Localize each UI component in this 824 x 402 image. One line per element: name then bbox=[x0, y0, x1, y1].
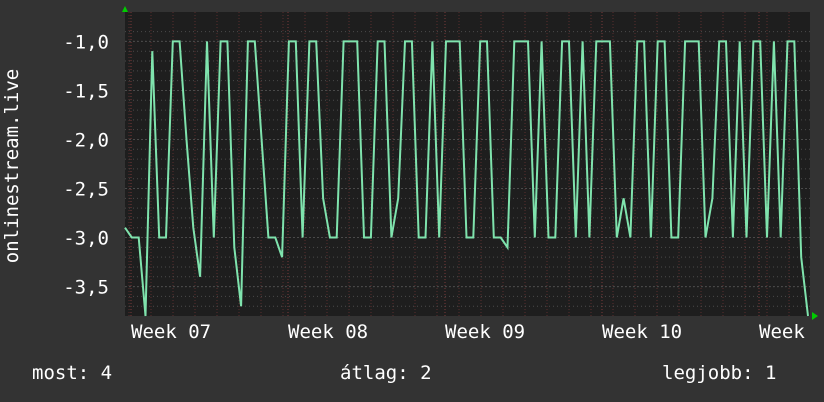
line-chart: -1,0-1,5-2,0-2,5-3,0-3,5 Week 07 Week 08 W… bbox=[63, 6, 818, 343]
x-axis-ticks: Week 07 Week 08 Week 09 Week 10 Week bbox=[131, 321, 805, 343]
x-tick-label: Week 07 bbox=[131, 321, 211, 343]
y-tick-label: -2,5 bbox=[63, 179, 109, 201]
x-tick-label: Week 08 bbox=[288, 321, 368, 343]
y-axis-ticks: -1,0 -1,5 -2,0 -2,5 -3,0 -3,5 bbox=[63, 31, 109, 298]
x-axis-arrow bbox=[812, 312, 818, 320]
y-tick-label: -3,0 bbox=[63, 228, 109, 250]
stat-average: átlag: 2 bbox=[340, 362, 432, 384]
y-axis-label: onlinestream.live bbox=[1, 68, 23, 264]
stat-best: legjobb: 1 bbox=[662, 362, 777, 384]
y-tick-label: -1,0 bbox=[63, 31, 109, 53]
y-tick-label: -1,5 bbox=[63, 80, 109, 102]
y-axis-arrow bbox=[122, 6, 128, 12]
y-tick-label: -3,5 bbox=[63, 277, 109, 299]
x-tick-label: Week 09 bbox=[445, 321, 525, 343]
y-tick-label: -2,0 bbox=[63, 129, 109, 151]
stat-current: most: 4 bbox=[32, 362, 113, 384]
x-tick-label: Week 10 bbox=[602, 321, 682, 343]
x-tick-label: Week bbox=[759, 321, 805, 343]
